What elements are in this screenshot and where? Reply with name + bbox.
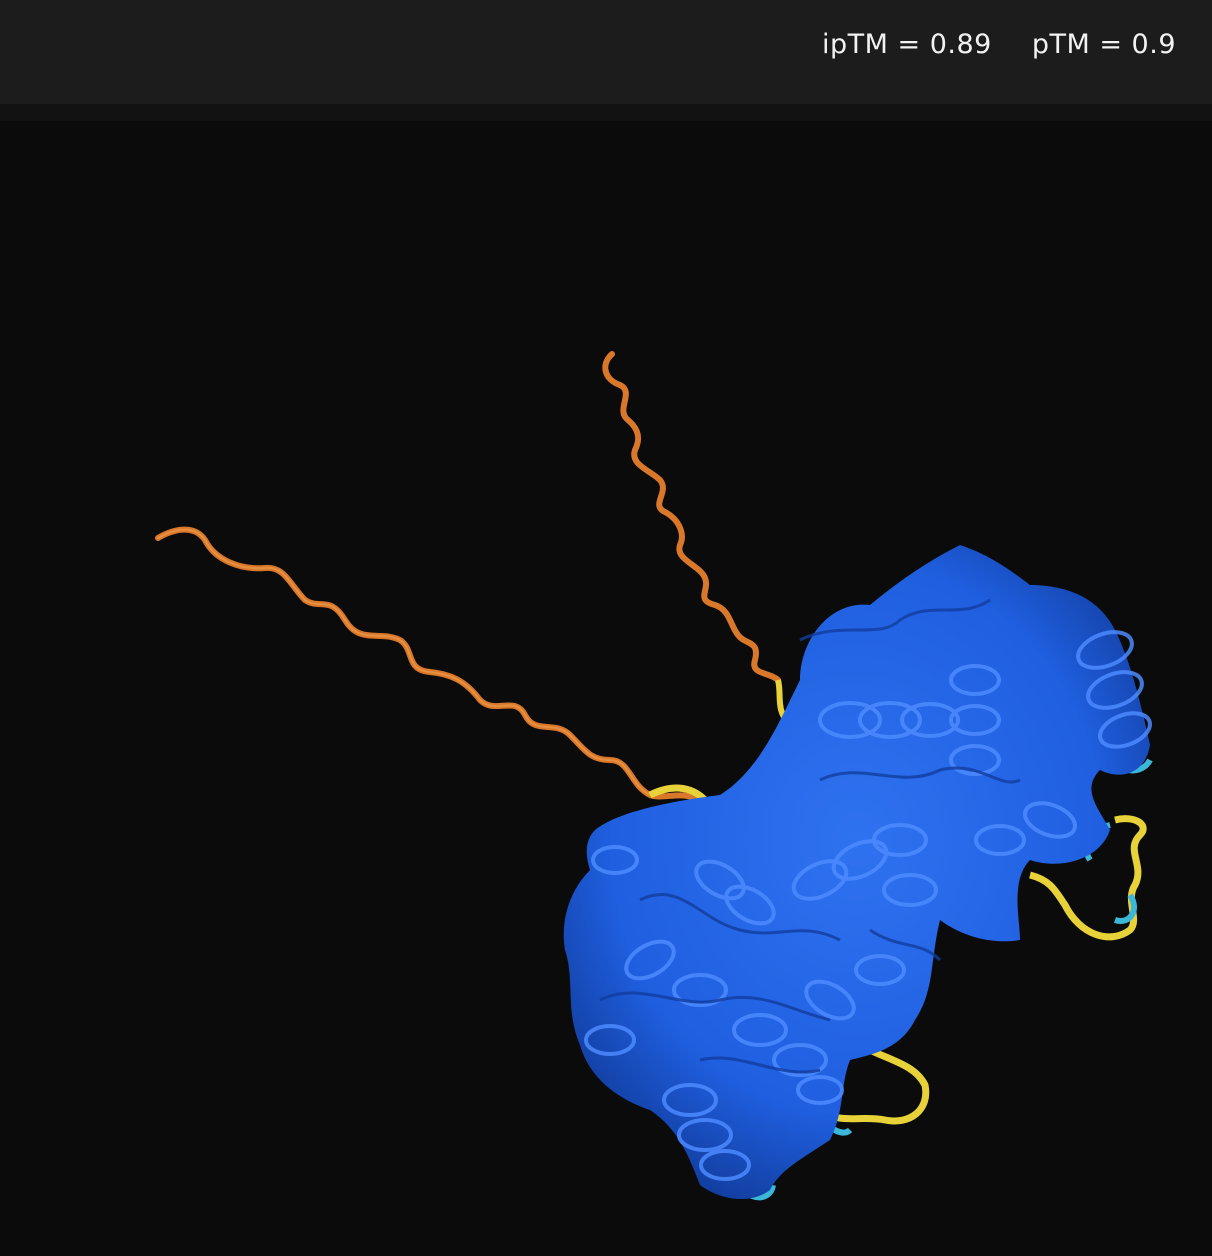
confidence-scores: ipTM = 0.89 pTM = 0.9 (822, 29, 1176, 60)
iptm-score: ipTM = 0.89 (822, 29, 992, 60)
structure-viewer-canvas[interactable] (0, 121, 1212, 1256)
disordered-tail-left (155, 526, 703, 803)
disordered-tail-top (602, 351, 781, 683)
folded-domain (563, 545, 1152, 1200)
metrics-header: ipTM = 0.89 pTM = 0.9 (0, 0, 1212, 104)
header-divider (0, 104, 1212, 121)
protein-structure-render[interactable] (0, 121, 1212, 1256)
linker-cyan-2 (1114, 893, 1137, 924)
ptm-score: pTM = 0.9 (1031, 29, 1176, 60)
